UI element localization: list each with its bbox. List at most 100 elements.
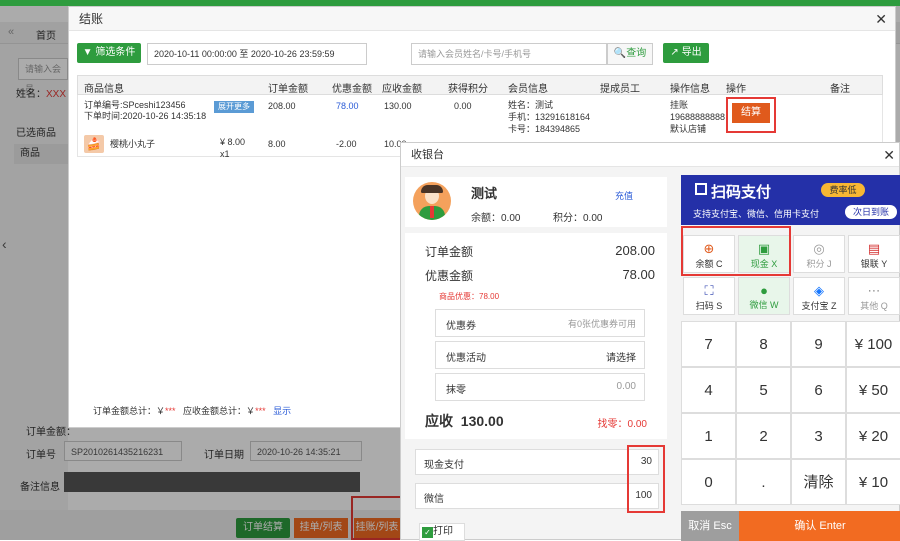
col-action: 操作 [726, 84, 746, 95]
row-op-store: 默认店铺 [670, 124, 707, 134]
key-1[interactable]: 1 [681, 413, 736, 459]
row-member-name: 姓名：测试 [508, 100, 554, 110]
order-no: 订单编号:SPceshi123456 [84, 100, 186, 110]
key-4[interactable]: 4 [681, 367, 736, 413]
col-staff: 提成员工 [600, 84, 640, 95]
table-header: 商品信息 订单金额 优惠金额 应收金额 获得积分 会员信息 提成员工 操作信息 … [77, 75, 883, 95]
summary-panel: 订单金额 208.00 优惠金额 78.00 商品优惠：78.00 优惠券 有0… [405, 233, 667, 439]
member-points: 积分：0.00 [553, 213, 603, 224]
footer-show-link[interactable]: 显示 [273, 406, 291, 416]
coupon-field[interactable]: 优惠券 有0张优惠券可用 [435, 309, 645, 337]
member-name: 测试 [471, 186, 498, 201]
key-10[interactable]: ¥ 10 [846, 459, 900, 505]
scan-icon: ⛶ [704, 283, 714, 298]
wechat-icon: ● [760, 283, 768, 298]
receivable-row: 应收 130.00 [425, 413, 504, 429]
points-icon: ◎ [813, 241, 825, 256]
row-discount: 78.00 [336, 101, 359, 111]
product-image: 🍰 [84, 135, 104, 153]
pay-points[interactable]: ◎ 积分 J [793, 235, 845, 273]
rounding-field[interactable]: 抹零 0.00 [435, 373, 645, 401]
pay-wechat[interactable]: ● 微信 W [738, 277, 790, 315]
key-6[interactable]: 6 [791, 367, 846, 413]
item-name: 樱桃小丸子 [110, 139, 156, 149]
banner-badge-next-day: 次日到账 [845, 205, 897, 219]
alipay-icon: ◈ [814, 283, 824, 298]
highlight-pay-values [627, 445, 665, 513]
highlight-pay-methods [681, 226, 791, 276]
key-8[interactable]: 8 [736, 321, 791, 367]
member-search-input[interactable]: 请输入会员姓名/卡号/手机号 [411, 43, 607, 65]
avatar [413, 182, 451, 220]
banner-badge: 费率低 [821, 183, 865, 197]
col-points: 获得积分 [448, 84, 488, 95]
banner-title: 扫码支付 [711, 184, 772, 201]
key-0[interactable]: 0 [681, 459, 736, 505]
pay-scan[interactable]: ⛶ 扫码 S [683, 277, 735, 315]
cashier-modal: 收银台 ✕ 测试 充值 余额：0.00 积分：0.00 订单金额 208.00 … [400, 142, 900, 541]
key-100[interactable]: ¥ 100 [846, 321, 900, 367]
checkout-modal-header: 结账 ✕ [69, 7, 895, 31]
row-member-phone: 手机：13291618164 [508, 112, 591, 122]
key-3[interactable]: 3 [791, 413, 846, 459]
cashier-close-icon[interactable]: ✕ [883, 143, 895, 167]
col-discount: 优惠金额 [332, 84, 372, 95]
qr-scan-icon [695, 183, 707, 195]
key-clear[interactable]: 清除 [791, 459, 846, 505]
cash-payment-row[interactable]: 现金支付 30 [415, 449, 659, 475]
item-amount: 8.00 [268, 139, 286, 149]
pay-other[interactable]: ⋯ 其他 Q [848, 277, 900, 315]
recharge-link[interactable]: 充值 [615, 189, 633, 202]
date-range-input[interactable]: 2020-10-11 00:00:00 至 2020-10-26 23:59:5… [147, 43, 367, 65]
col-remark: 备注 [830, 84, 850, 95]
pay-unionpay[interactable]: ▤ 银联 Y [848, 235, 900, 273]
change-value: 找零：0.00 [597, 419, 647, 430]
item-price: ¥ 8.00 [220, 137, 246, 147]
row-member-card: 卡号：184394865 [508, 124, 581, 134]
key-9[interactable]: 9 [791, 321, 846, 367]
row-points: 0.00 [454, 101, 472, 111]
banner-subtitle: 支持支付宝、微信、信用卡支付 [693, 209, 820, 219]
row-op-code: 19688888888 [670, 112, 726, 122]
highlight-settle [726, 97, 776, 133]
row-receivable: 130.00 [384, 101, 412, 111]
unionpay-icon: ▤ [867, 241, 881, 256]
scan-pay-banner[interactable]: 扫码支付 费率低 支持支付宝、微信、信用卡支付 次日到账 [681, 175, 900, 225]
cashier-header: 收银台 ✕ [401, 143, 899, 167]
order-amount-value: 208.00 [615, 243, 655, 258]
row-op-status: 挂账 [670, 100, 689, 110]
key-7[interactable]: 7 [681, 321, 736, 367]
pay-alipay[interactable]: ◈ 支付宝 Z [793, 277, 845, 315]
promo-select[interactable]: 优惠活动 请选择 [435, 341, 645, 369]
checkbox-checked-icon: ✓ [422, 527, 433, 538]
member-balance: 余额：0.00 [471, 213, 521, 224]
key-5[interactable]: 5 [736, 367, 791, 413]
filter-button[interactable]: ▼ 筛选条件 [77, 43, 141, 63]
key-20[interactable]: ¥ 20 [846, 413, 900, 459]
export-button[interactable]: ↗ 导出 [663, 43, 709, 63]
close-icon[interactable]: ✕ [875, 7, 887, 31]
key-2[interactable]: 2 [736, 413, 791, 459]
key-dot[interactable]: . [736, 459, 791, 505]
discount-label: 优惠金额 [425, 269, 474, 283]
key-50[interactable]: ¥ 50 [846, 367, 900, 413]
goods-discount-note: 商品优惠：78.00 [439, 292, 500, 301]
expand-more-button[interactable]: 展开更多 [214, 101, 254, 113]
checkout-modal-title: 结账 [79, 12, 104, 26]
keypad: 7 8 9 ¥ 100 4 5 6 ¥ 50 1 2 3 ¥ 20 0 . 清除… [681, 321, 900, 507]
other-icon: ⋯ [867, 283, 881, 298]
member-card: 测试 充值 余额：0.00 积分：0.00 [405, 177, 667, 227]
search-button[interactable]: 🔍查询 [607, 43, 653, 65]
order-amount-label: 订单金额 [425, 245, 474, 259]
col-op-info: 操作信息 [670, 84, 710, 95]
wechat-payment-row[interactable]: 微信 100 [415, 483, 659, 509]
cashier-title: 收银台 [411, 149, 444, 161]
item-qty: x1 [220, 149, 230, 159]
cancel-button[interactable]: 取消 Esc [681, 511, 739, 541]
confirm-button[interactable]: 确认 Enter [739, 511, 900, 541]
footer-totals: 订单金额总计：￥*** 应收金额总计：￥*** 显示 [93, 406, 292, 416]
print-checkbox[interactable]: ✓ 打印 [419, 523, 465, 541]
col-goods: 商品信息 [84, 84, 124, 95]
col-order-amount: 订单金额 [268, 84, 308, 95]
row-order-amount: 208.00 [268, 101, 296, 111]
